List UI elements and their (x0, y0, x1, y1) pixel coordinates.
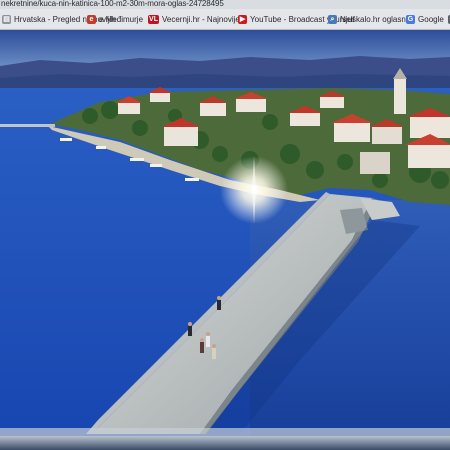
address-bar[interactable]: nekretnine/kuca-nin-katinica-100-m2-30m-… (0, 0, 450, 9)
bookmark-label: Google (418, 14, 444, 24)
url-text: nekretnine/kuca-nin-katinica-100-m2-30m-… (1, 0, 224, 8)
bookmark-item[interactable]: ▶ YouTube - Broadcast yourself (236, 9, 355, 29)
bookmark-item[interactable]: ✹ (446, 9, 450, 29)
aerial-photo-nin-bridge (0, 30, 450, 436)
emedjimurje-icon: e (87, 14, 96, 24)
bookmarks-bar: ▤ Hrvatska - Pregled najnovijih e e Međi… (0, 9, 450, 30)
bookmark-item[interactable]: e e Međimurje (85, 9, 146, 29)
vl-logo-icon: VL (148, 14, 160, 24)
bookmark-item[interactable]: ⌕ Njuskalo.hr oglasnik (326, 9, 412, 29)
bookmark-item[interactable]: ▤ Hrvatska - Pregled najnovijih (0, 9, 116, 29)
bookmark-item[interactable]: G Google (404, 9, 446, 29)
google-icon: G (406, 14, 416, 24)
bookmark-item[interactable]: VL Vecernji.hr - Najnovije (146, 9, 240, 29)
youtube-icon: ▶ (238, 14, 248, 24)
document-icon: ▤ (2, 14, 11, 24)
bookmark-label: Njuskalo.hr oglasnik (340, 14, 412, 24)
magnifier-icon: ⌕ (328, 14, 338, 24)
browser-window: nekretnine/kuca-nin-katinica-100-m2-30m-… (0, 0, 450, 450)
bookmark-label: Vecernji.hr - Najnovije (162, 14, 240, 24)
monitor-bezel (0, 436, 450, 450)
bookmark-label: e Međimurje (99, 14, 144, 24)
listing-photo (0, 30, 450, 436)
